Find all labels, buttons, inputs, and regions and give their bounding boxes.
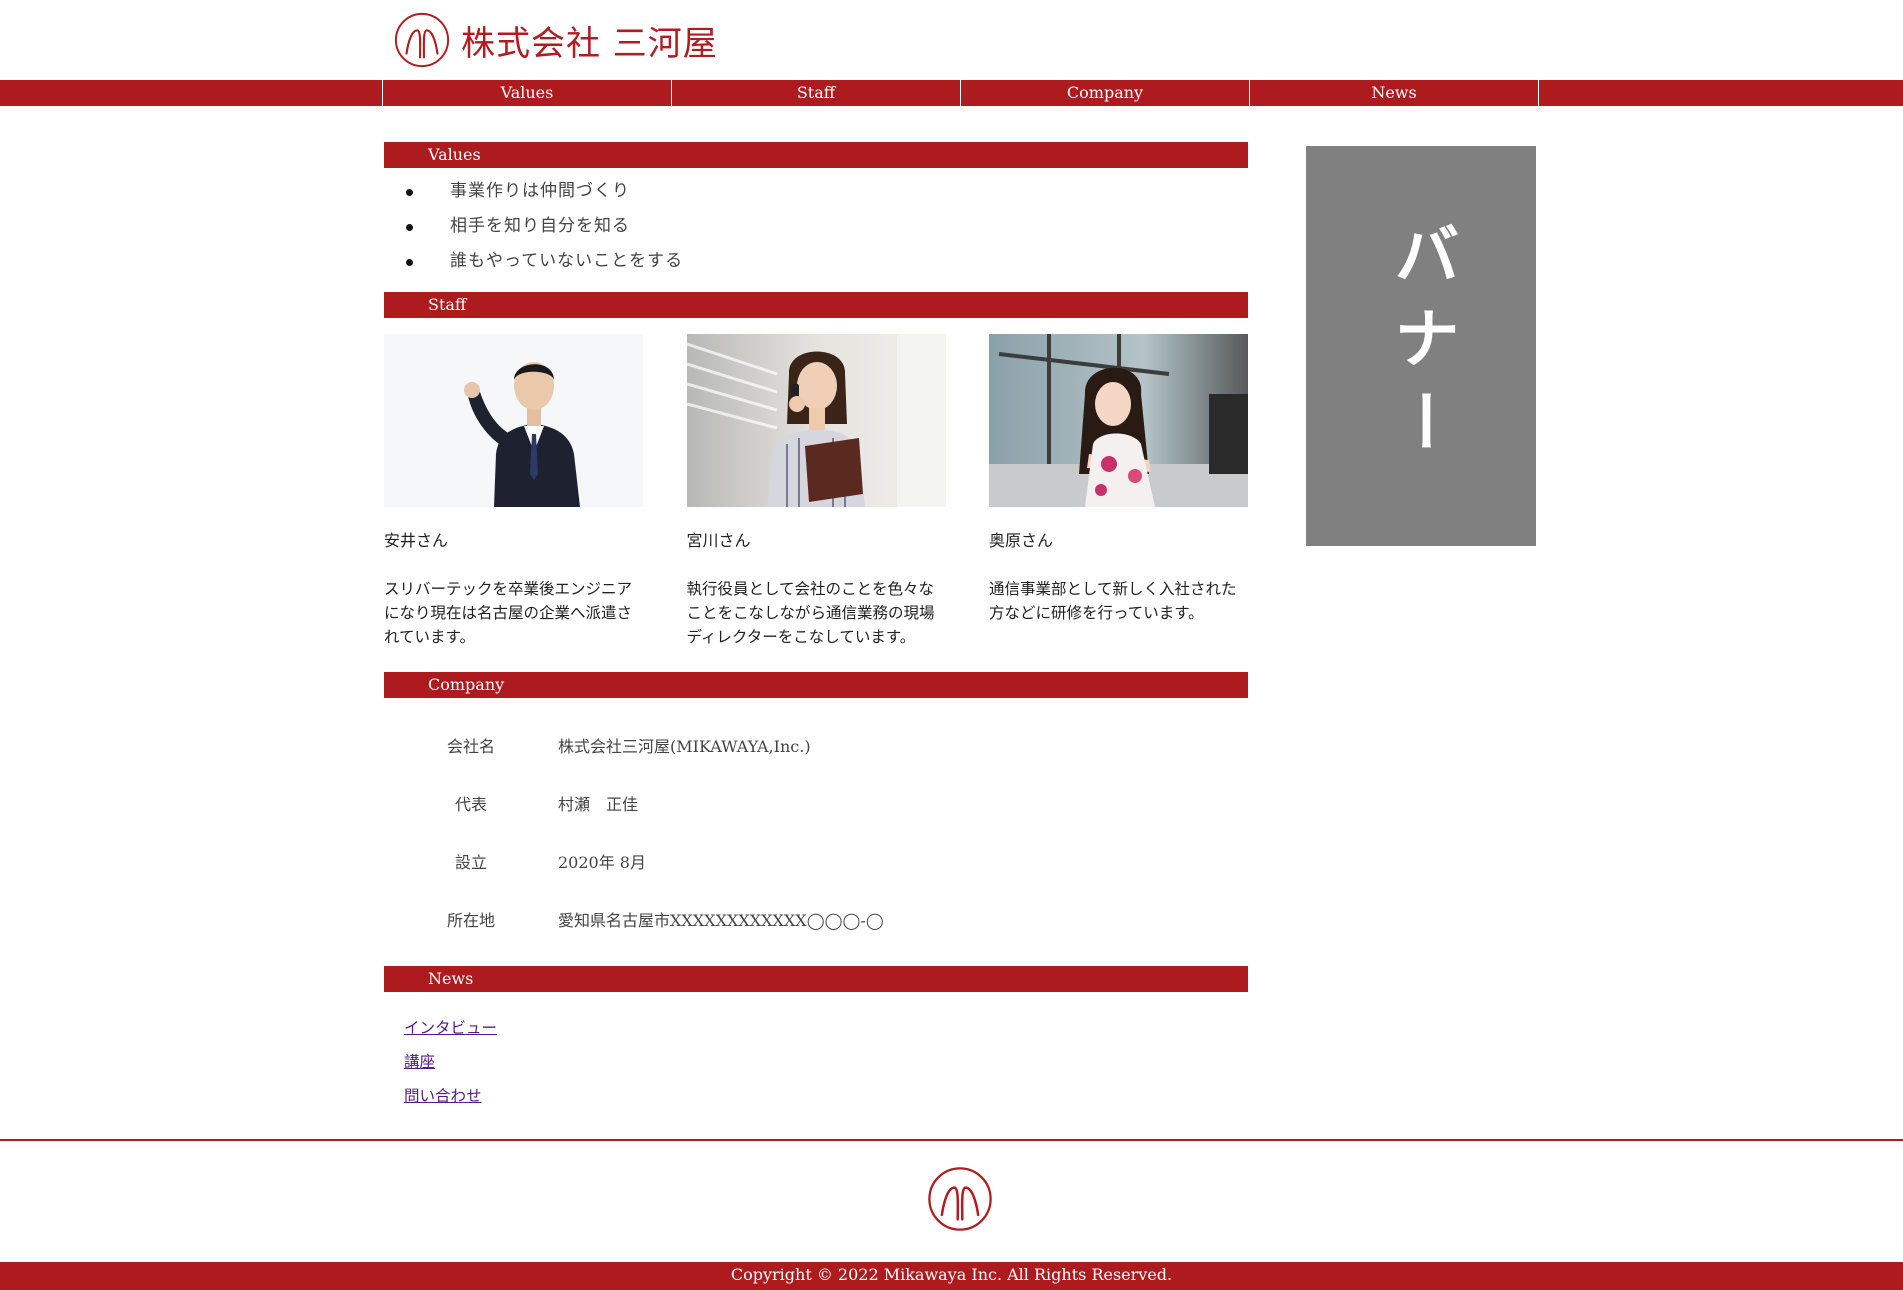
company-info-label: 代表 — [454, 795, 487, 814]
staff-name: 宮川さん — [686, 531, 751, 550]
company-heading: Company — [384, 672, 1248, 698]
table-row: 会社名 株式会社三河屋(MIKAWAYA,Inc.) — [384, 716, 1248, 774]
company-info-table: 会社名 株式会社三河屋(MIKAWAYA,Inc.) 代表 村瀬 正佳 設立 2… — [384, 716, 1248, 948]
values-list-item: 相手を知り自分を知る — [384, 209, 1248, 244]
staff-description: 通信事業部として新しく入社された方などに研修を行っています。 — [989, 580, 1237, 622]
company-info-value: 2020年 8月 — [558, 853, 646, 872]
list-item: インタビュー — [404, 1014, 1248, 1048]
staff-card: 宮川さん 執行役員として会社のことを色々なことをこなしながら通信業務の現場ディレ… — [686, 334, 946, 672]
bullet-icon — [406, 224, 413, 231]
values-item-text: 相手を知り自分を知る — [450, 216, 630, 236]
company-info-label: 会社名 — [446, 737, 495, 756]
values-item-text: 誰もやっていないことをする — [450, 251, 684, 271]
values-list-item: 事業作りは仲間づくり — [384, 174, 1248, 209]
staff-photo-man-in-suit — [384, 334, 643, 507]
staff-photo-woman-by-window — [989, 334, 1248, 507]
site-logo[interactable]: 株式会社 三河屋 — [393, 10, 718, 70]
nav-item-values[interactable]: Values — [383, 80, 672, 106]
footer-divider — [0, 1139, 1903, 1141]
values-heading: Values — [384, 142, 1248, 168]
staff-heading: Staff — [384, 292, 1248, 318]
company-info-value: 村瀬 正佳 — [558, 795, 639, 814]
staff-description: スリバーテックを卒業後エンジニアになり現在は名古屋の企業へ派遣されています。 — [384, 580, 633, 646]
company-info-label: 設立 — [454, 853, 487, 872]
nav-item-company[interactable]: Company — [961, 80, 1250, 106]
mikawaya-logo-icon — [394, 12, 450, 68]
mikawaya-logo-icon — [928, 1167, 992, 1231]
news-link-interview[interactable]: インタビュー — [404, 1019, 497, 1037]
news-link-contact[interactable]: 問い合わせ — [404, 1087, 482, 1105]
site-header: 株式会社 三河屋 — [0, 0, 1903, 80]
global-nav: Values Staff Company News — [0, 80, 1903, 106]
staff-name: 安井さん — [384, 531, 449, 550]
staff-grid: 安井さん スリバーテックを卒業後エンジニアになり現在は名古屋の企業へ派遣されてい… — [384, 334, 1248, 672]
table-row: 設立 2020年 8月 — [384, 832, 1248, 890]
news-link-course[interactable]: 講座 — [404, 1053, 435, 1071]
values-section: 事業作りは仲間づくり 相手を知り自分を知る 誰もやっていないことをする — [384, 168, 1248, 292]
banner-text: バナー — [1383, 220, 1460, 472]
list-item: 講座 — [404, 1048, 1248, 1082]
bullet-icon — [406, 189, 413, 196]
table-row: 所在地 愛知県名古屋市XXXXXXXXXXXX◯◯◯-◯ — [384, 890, 1248, 948]
staff-card: 安井さん スリバーテックを卒業後エンジニアになり現在は名古屋の企業へ派遣されてい… — [384, 334, 643, 672]
values-item-text: 事業作りは仲間づくり — [450, 181, 630, 201]
company-info-label: 所在地 — [446, 911, 495, 930]
staff-description: 執行役員として会社のことを色々なことをこなしながら通信業務の現場ディレクターをこ… — [686, 580, 935, 646]
list-item: 問い合わせ — [404, 1082, 1248, 1116]
staff-photo-woman-on-phone — [686, 334, 946, 507]
company-info-value: 株式会社三河屋(MIKAWAYA,Inc.) — [558, 737, 811, 756]
bullet-icon — [406, 259, 413, 266]
staff-card: 奥原さん 通信事業部として新しく入社された方などに研修を行っています。 — [989, 334, 1248, 672]
main-content: Values 事業作りは仲間づくり 相手を知り自分を知る 誰もやっていないことを… — [384, 142, 1248, 1116]
nav-item-news[interactable]: News — [1250, 80, 1539, 106]
nav-item-staff[interactable]: Staff — [672, 80, 961, 106]
table-row: 代表 村瀬 正佳 — [384, 774, 1248, 832]
news-heading: News — [384, 966, 1248, 992]
sidebar-banner[interactable]: バナー — [1306, 146, 1536, 546]
nav-list: Values Staff Company News — [382, 80, 1539, 106]
company-name-logo-text: 株式会社 三河屋 — [461, 23, 718, 64]
footer-copyright: Copyright © 2022 Mikawaya Inc. All Right… — [0, 1262, 1903, 1290]
staff-name: 奥原さん — [989, 531, 1054, 550]
company-info-value: 愛知県名古屋市XXXXXXXXXXXX◯◯◯-◯ — [558, 911, 884, 930]
news-list: インタビュー 講座 問い合わせ — [384, 1014, 1248, 1116]
values-list-item: 誰もやっていないことをする — [384, 244, 1248, 279]
